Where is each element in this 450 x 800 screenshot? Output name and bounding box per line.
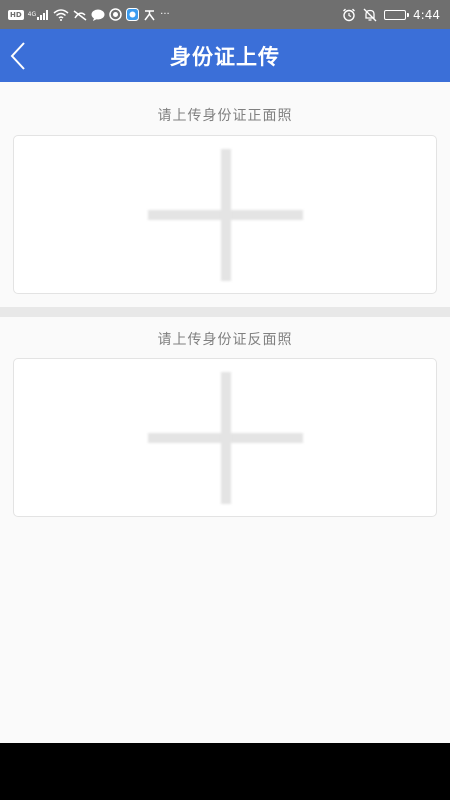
cellular-signal-icon: 4G <box>28 8 49 22</box>
status-left-icons: HD 4G ··· <box>8 8 170 22</box>
battery-icon <box>384 8 410 22</box>
hd-badge: HD <box>8 9 24 20</box>
bell-off-icon <box>363 8 377 22</box>
wifi-icon <box>53 8 69 22</box>
tools-icon <box>143 8 156 22</box>
plus-vertical-bar <box>221 372 231 504</box>
chevron-left-icon <box>10 41 25 70</box>
app-badge-icon <box>126 8 140 22</box>
id-front-section: 请上传身份证正面照 <box>0 82 450 307</box>
id-front-label: 请上传身份证正面照 <box>157 108 293 124</box>
app-screen: HD 4G ··· 4:44 身份证上传 请上传身份证正面照 请上传身份证反面照 <box>0 0 450 743</box>
system-navigation-bar <box>0 743 450 800</box>
plus-icon <box>14 359 436 516</box>
id-back-section: 请上传身份证反面照 <box>0 317 450 542</box>
plus-icon <box>14 136 436 293</box>
status-time: 4:44 <box>413 7 440 22</box>
status-right-icons: 4:44 <box>342 8 440 22</box>
app-header: 身份证上传 <box>0 29 450 82</box>
chat-bubble-icon <box>91 8 105 22</box>
more-notifications-icon: ··· <box>160 9 170 20</box>
section-divider <box>0 307 450 317</box>
id-front-upload-box[interactable] <box>13 135 437 294</box>
id-back-upload-box[interactable] <box>13 358 437 517</box>
sync-off-icon <box>73 8 87 22</box>
plus-vertical-bar <box>221 149 231 281</box>
page-title: 身份证上传 <box>170 44 280 69</box>
id-back-label: 请上传身份证反面照 <box>157 332 293 348</box>
status-bar: HD 4G ··· 4:44 <box>0 0 450 29</box>
app-notification-icon <box>109 8 122 22</box>
back-button[interactable] <box>0 29 36 82</box>
alarm-icon <box>342 8 356 22</box>
